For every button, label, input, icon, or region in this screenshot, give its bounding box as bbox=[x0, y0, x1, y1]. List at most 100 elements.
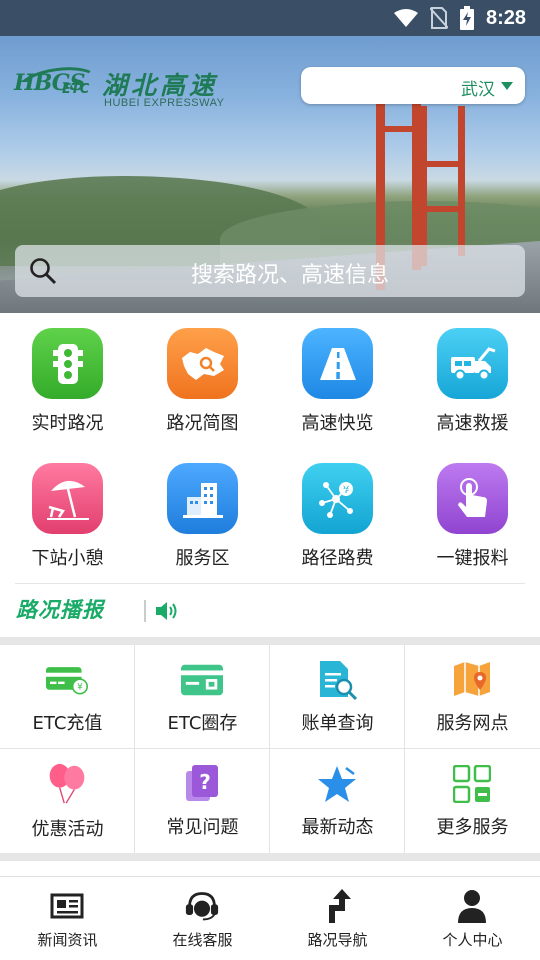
tab-customer-service[interactable]: 在线客服 bbox=[135, 877, 270, 960]
newspaper-icon bbox=[50, 893, 84, 919]
city-selector[interactable]: 武汉 bbox=[301, 67, 525, 104]
turn-arrow-icon bbox=[329, 889, 351, 923]
question-cards-icon: ? bbox=[186, 765, 218, 801]
balloons-icon bbox=[49, 763, 85, 804]
quick-tile: ¥ bbox=[302, 463, 373, 534]
quick-grid: 实时路况 路况简图 高速快览 高速救援 下站小憩 服务区 ¥ 路径路费 一键报料 bbox=[0, 313, 540, 583]
quick-item-report[interactable]: 一键报料 bbox=[405, 448, 540, 583]
quick-item-label: 服务区 bbox=[175, 548, 230, 569]
etc-card-load-icon bbox=[181, 664, 223, 696]
speaker-icon bbox=[156, 602, 177, 620]
more-grid-icon bbox=[453, 765, 491, 803]
quick-item-label: 路况简图 bbox=[166, 413, 239, 434]
bottom-tab-bar: 新闻资讯 在线客服 路况导航 个人中心 bbox=[0, 876, 540, 960]
traffic-broadcast-title: 路况播报 bbox=[16, 598, 104, 622]
quick-item-label: 一键报料 bbox=[436, 548, 509, 569]
quick-tile bbox=[302, 328, 373, 399]
tab-news[interactable]: 新闻资讯 bbox=[0, 877, 135, 960]
service-item-bill-query[interactable]: 账单查询 bbox=[270, 645, 405, 749]
city-label: 武汉 bbox=[461, 80, 495, 100]
status-bar: 8:28 bbox=[0, 0, 540, 36]
service-item-label: 账单查询 bbox=[301, 713, 374, 734]
logo-title-en: HUBEI EXPRESSWAY bbox=[104, 97, 225, 109]
service-item-more-services[interactable]: 更多服务 bbox=[405, 749, 540, 853]
quick-item-highway-overview[interactable]: 高速快览 bbox=[270, 313, 405, 448]
highway-icon bbox=[319, 347, 356, 380]
service-item-latest-news[interactable]: 最新动态 bbox=[270, 749, 405, 853]
no-sim-icon bbox=[429, 7, 448, 29]
svg-text:?: ? bbox=[199, 770, 211, 794]
quick-item-rest-stop[interactable]: 下站小憩 bbox=[0, 448, 135, 583]
tab-navigation[interactable]: 路况导航 bbox=[270, 877, 405, 960]
search-placeholder: 搜索路况、高速信息 bbox=[190, 263, 389, 288]
service-item-label: 更多服务 bbox=[436, 817, 509, 838]
divider bbox=[0, 748, 540, 749]
service-item-etc-load[interactable]: ETC圈存 bbox=[135, 645, 270, 749]
bridge-tower bbox=[458, 106, 465, 256]
section-gap bbox=[0, 853, 540, 861]
tab-label: 在线客服 bbox=[172, 931, 233, 949]
status-time: 8:28 bbox=[485, 6, 526, 29]
quick-tile bbox=[167, 463, 238, 534]
svg-text:¥: ¥ bbox=[77, 683, 83, 693]
bridge-beam bbox=[420, 161, 465, 167]
map-pin-icon bbox=[454, 662, 490, 696]
search-bar[interactable]: 搜索路况、高速信息 bbox=[15, 245, 525, 297]
traffic-broadcast-bar[interactable]: 路况播报 bbox=[0, 590, 540, 632]
etc-card-recharge-icon: ¥ bbox=[46, 667, 88, 695]
service-item-etc-recharge[interactable]: ¥ ETC充值 bbox=[0, 645, 135, 749]
headset-icon bbox=[185, 892, 219, 921]
star-icon bbox=[318, 766, 356, 802]
divider bbox=[144, 600, 146, 622]
quick-item-traffic-map[interactable]: 路况简图 bbox=[135, 313, 270, 448]
bridge-beam bbox=[420, 206, 465, 212]
wifi-icon bbox=[393, 9, 418, 27]
divider bbox=[269, 645, 270, 853]
quick-item-service-area[interactable]: 服务区 bbox=[135, 448, 270, 583]
quick-tile bbox=[32, 328, 103, 399]
section-gap bbox=[0, 637, 540, 645]
service-item-service-outlets[interactable]: 服务网点 bbox=[405, 645, 540, 749]
bill-search-icon bbox=[320, 661, 358, 701]
tap-hand-icon bbox=[457, 477, 487, 517]
quick-item-label: 高速救援 bbox=[436, 413, 509, 434]
battery-charging-icon bbox=[459, 6, 474, 30]
service-item-faq[interactable]: ? 常见问题 bbox=[135, 749, 270, 853]
building-icon bbox=[182, 482, 223, 518]
bridge-tower bbox=[420, 106, 427, 266]
quick-item-realtime-traffic[interactable]: 实时路况 bbox=[0, 313, 135, 448]
bridge-beam bbox=[376, 126, 421, 132]
service-item-label: 服务网点 bbox=[436, 713, 509, 734]
divider bbox=[404, 645, 405, 853]
service-item-label: ETC充值 bbox=[32, 713, 103, 734]
divider bbox=[15, 583, 525, 584]
quick-item-highway-rescue[interactable]: 高速救援 bbox=[405, 313, 540, 448]
route-fee-icon: ¥ bbox=[318, 481, 353, 518]
person-icon bbox=[458, 890, 486, 923]
quick-item-label: 实时路况 bbox=[31, 413, 104, 434]
logo-etc: ETC bbox=[62, 82, 90, 97]
quick-tile bbox=[437, 463, 508, 534]
service-item-promotions[interactable]: 优惠活动 bbox=[0, 749, 135, 853]
quick-item-label: 路径路费 bbox=[301, 548, 374, 569]
quick-item-route-fee[interactable]: ¥ 路径路费 bbox=[270, 448, 405, 583]
service-item-label: 优惠活动 bbox=[31, 819, 104, 840]
quick-item-label: 下站小憩 bbox=[31, 548, 104, 569]
service-item-label: 最新动态 bbox=[301, 817, 374, 838]
quick-tile bbox=[437, 328, 508, 399]
service-item-label: ETC圈存 bbox=[167, 713, 238, 734]
map-hubei-icon bbox=[181, 347, 224, 380]
tab-label: 新闻资讯 bbox=[37, 931, 98, 949]
quick-tile bbox=[167, 328, 238, 399]
tab-profile[interactable]: 个人中心 bbox=[405, 877, 540, 960]
tow-truck-icon bbox=[450, 346, 495, 380]
beach-umbrella-icon bbox=[46, 480, 89, 520]
traffic-light-icon bbox=[52, 343, 83, 384]
tab-label: 路况导航 bbox=[307, 931, 368, 949]
app-logo: HBGS ETC 湖北高速 HUBEI EXPRESSWAY bbox=[13, 62, 229, 116]
divider bbox=[134, 645, 135, 853]
service-grid: ¥ ETC充值 ETC圈存 账单查询 服务网点 优惠活动 ? 常见问题 最新动态… bbox=[0, 645, 540, 853]
quick-item-label: 高速快览 bbox=[301, 413, 374, 434]
chevron-down-icon bbox=[501, 82, 513, 90]
tab-label: 个人中心 bbox=[442, 931, 503, 949]
